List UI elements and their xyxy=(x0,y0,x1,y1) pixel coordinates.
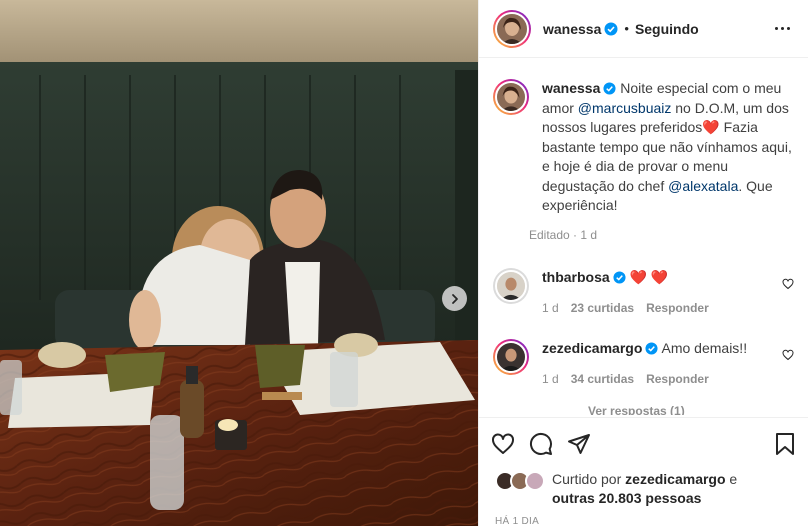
comment-item: thbarbosa ❤️ ❤️ 1 d 23 curtidas Responde… xyxy=(493,267,794,315)
separator-dot: • xyxy=(624,21,629,36)
comment-meta: 1 d 34 curtidas Responder xyxy=(542,372,780,386)
author-username[interactable]: wanessa xyxy=(543,21,601,37)
comment-likes[interactable]: 23 curtidas xyxy=(571,301,634,315)
comment-item: zezedicamargo Amo demais!! 1 d 34 curtid… xyxy=(493,338,794,386)
likes-suffix: e xyxy=(729,471,738,487)
likes-prefix: Curtido por xyxy=(552,471,622,487)
comment-bubble-icon xyxy=(529,432,552,455)
caption-meta: Editado · 1 d xyxy=(529,227,598,242)
post-photo[interactable] xyxy=(0,0,478,526)
restaurant-photo xyxy=(0,0,478,526)
verified-badge-icon xyxy=(604,22,618,35)
mention-link[interactable]: @alexatala xyxy=(668,178,738,194)
verified-badge-icon xyxy=(603,82,616,95)
comments-section[interactable]: wanessa Noite especial com o meu amor @m… xyxy=(479,59,808,415)
author-avatar[interactable] xyxy=(493,9,531,48)
liker-avatar xyxy=(525,471,545,491)
avatar-image xyxy=(497,83,525,111)
heart-outline-icon xyxy=(492,432,514,454)
post-header: wanessa • Seguindo xyxy=(479,0,808,58)
caption-text: wanessa Noite especial com o meu amor @m… xyxy=(542,79,792,216)
liker-avatars[interactable] xyxy=(495,470,547,492)
commenter-avatar[interactable] xyxy=(493,338,529,375)
next-image-button[interactable] xyxy=(442,286,467,311)
commenter-avatar[interactable] xyxy=(493,267,529,304)
post-modal: wanessa • Seguindo wanessa Noite especia… xyxy=(0,0,808,526)
share-button[interactable] xyxy=(567,432,591,456)
post-details-panel: wanessa • Seguindo wanessa Noite especia… xyxy=(478,0,808,526)
reply-button[interactable]: Responder xyxy=(646,372,709,386)
comment-meta: 1 d 23 curtidas Responder xyxy=(542,301,780,315)
more-options-icon[interactable] xyxy=(771,23,794,34)
avatar-image xyxy=(497,13,527,44)
comment-time: 1 d xyxy=(542,371,559,386)
verified-badge-icon xyxy=(645,341,658,355)
heart-outline-icon[interactable] xyxy=(782,349,794,361)
avatar-image xyxy=(497,342,525,371)
chevron-right-icon xyxy=(451,293,458,304)
caption-avatar[interactable] xyxy=(493,79,529,115)
paper-plane-icon xyxy=(568,433,590,454)
save-button[interactable] xyxy=(774,432,796,456)
avatar-image xyxy=(497,271,525,300)
verified-badge-icon xyxy=(613,270,626,284)
comment-body: ❤️ ❤️ xyxy=(629,268,669,285)
post-time[interactable]: HÁ 1 DIA xyxy=(495,516,539,526)
likes-count[interactable]: outras 20.803 pessoas xyxy=(552,490,701,506)
likes-text: Curtido por zezedicamargo e outras 20.80… xyxy=(552,470,737,508)
comment-username[interactable]: thbarbosa xyxy=(542,269,610,285)
post-caption: wanessa Noite especial com o meu amor @m… xyxy=(493,79,794,242)
likes-summary: Curtido por zezedicamargo e outras 20.80… xyxy=(495,470,798,508)
comment-text: thbarbosa ❤️ ❤️ xyxy=(542,268,780,286)
liker-username[interactable]: zezedicamargo xyxy=(625,471,725,487)
heart-outline-icon[interactable] xyxy=(782,278,794,290)
comment-text: zezedicamargo Amo demais!! xyxy=(542,339,780,357)
comment-username[interactable]: zezedicamargo xyxy=(542,340,642,356)
reply-button[interactable]: Responder xyxy=(646,301,709,315)
bookmark-icon xyxy=(776,432,794,455)
view-replies-button[interactable]: Ver respostas (1) xyxy=(588,404,794,416)
red-heart-emoji: ❤️ xyxy=(702,119,720,135)
like-button[interactable] xyxy=(491,432,515,456)
comment-body: Amo demais!! xyxy=(661,339,748,356)
comment-button[interactable] xyxy=(529,432,553,456)
comment-time: 1 d xyxy=(542,300,559,315)
mention-link[interactable]: @marcusbuaiz xyxy=(578,100,672,116)
comment-likes[interactable]: 34 curtidas xyxy=(571,372,634,386)
action-bar xyxy=(479,417,808,469)
caption-username[interactable]: wanessa xyxy=(542,80,600,96)
following-button[interactable]: Seguindo xyxy=(635,21,699,37)
